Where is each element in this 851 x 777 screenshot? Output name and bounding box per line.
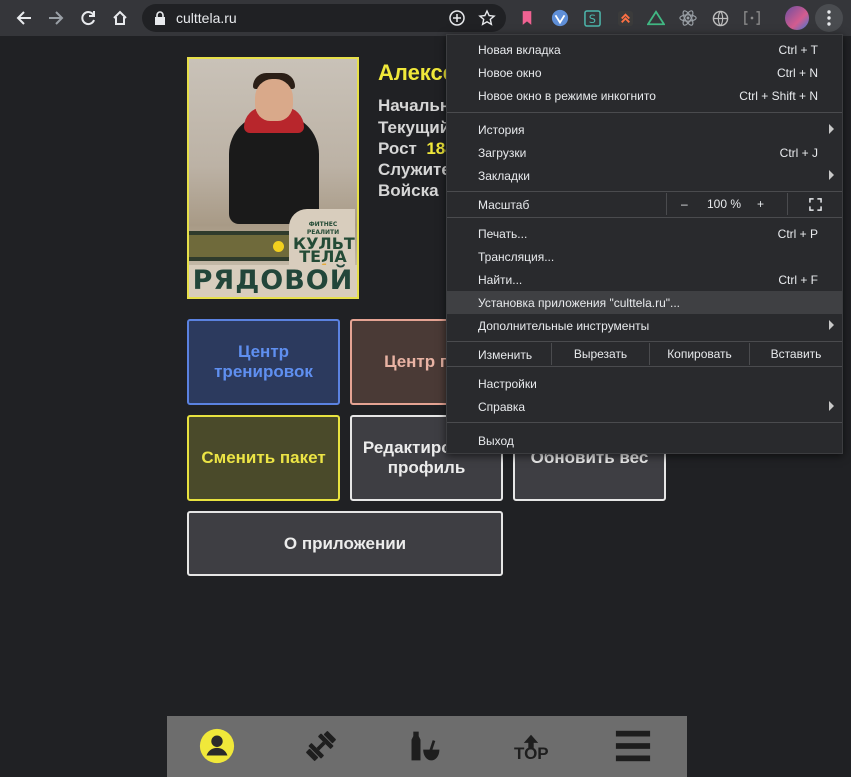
cut-button[interactable]: Вырезать	[551, 343, 649, 365]
submenu-arrow-icon	[829, 170, 834, 180]
zoom-out-button[interactable]: –	[681, 197, 688, 211]
training-center-button[interactable]: Центр тренировок	[187, 319, 340, 405]
bookmark-star-icon[interactable]	[478, 9, 496, 27]
zoom-in-button[interactable]: +	[757, 197, 764, 211]
svg-text:S: S	[588, 12, 595, 26]
home-icon[interactable]	[106, 4, 134, 32]
vue-devtools-icon[interactable]	[550, 8, 570, 28]
menu-incognito[interactable]: Новое окно в режиме инкогнито Ctrl + Shif…	[447, 84, 842, 107]
chevron-up-icon[interactable]	[615, 8, 635, 28]
lock-icon	[155, 11, 165, 25]
menu-new-window[interactable]: Новое окно Ctrl + N	[447, 61, 842, 84]
profile-avatar[interactable]	[785, 6, 809, 30]
menu-exit[interactable]: Выход	[447, 429, 842, 452]
submenu-arrow-icon	[829, 124, 834, 134]
menu-print[interactable]: Печать... Ctrl + P	[447, 222, 842, 245]
forward-arrow-icon[interactable]	[42, 4, 70, 32]
menu-bookmarks[interactable]: Закладки	[447, 164, 842, 187]
browser-toolbar: culttela.ru S	[0, 0, 851, 36]
menu-help[interactable]: Справка	[447, 395, 842, 418]
back-arrow-icon[interactable]	[10, 4, 38, 32]
dumbbell-icon[interactable]	[301, 726, 341, 766]
menu-more-tools[interactable]: Дополнительные инструменты	[447, 314, 842, 337]
globe-icon[interactable]	[710, 8, 730, 28]
info-height: Рост 184	[378, 139, 455, 158]
s-extension-icon[interactable]: S	[582, 8, 602, 28]
react-devtools-icon[interactable]	[678, 8, 698, 28]
chrome-menu-button[interactable]	[815, 4, 843, 32]
menu-settings[interactable]: Настройки	[447, 372, 842, 395]
menu-cast[interactable]: Трансляция...	[447, 245, 842, 268]
nutrition-icon[interactable]	[405, 726, 445, 766]
rank-star-icon	[273, 241, 284, 252]
rank-label: РЯДОВОЙ	[189, 265, 357, 297]
top-label: TOP	[514, 744, 549, 763]
install-app-icon[interactable]	[448, 9, 466, 27]
bracket-icon[interactable]	[742, 8, 762, 28]
bottom-nav	[167, 716, 687, 777]
address-bar[interactable]: culttela.ru	[142, 4, 506, 32]
about-app-button[interactable]: О приложении	[187, 511, 503, 576]
fullscreen-icon[interactable]	[787, 193, 843, 215]
chrome-main-menu: Новая вкладка Ctrl + T Новое окно Ctrl + N…	[446, 34, 843, 454]
menu-history[interactable]: История	[447, 118, 842, 141]
menu-install-app[interactable]: Установка приложения "culttela.ru"...	[447, 291, 842, 314]
reload-icon[interactable]	[74, 4, 102, 32]
submenu-arrow-icon	[829, 320, 834, 330]
change-package-button[interactable]: Сменить пакет	[187, 415, 340, 501]
menu-icon[interactable]	[613, 726, 653, 766]
profile-icon[interactable]	[197, 726, 237, 766]
submenu-arrow-icon	[829, 401, 834, 411]
bookmark-icon[interactable]	[517, 8, 537, 28]
profile-card-image: ФИТНЕС РЕАЛИТИ КУЛЬТ ТЕЛА 4 РЯДОВОЙ	[187, 57, 359, 299]
zoom-level: 100 %	[707, 197, 742, 211]
menu-find[interactable]: Найти... Ctrl + F	[447, 268, 842, 291]
url-text: culttela.ru	[176, 10, 237, 26]
paste-button[interactable]: Вставить	[749, 343, 842, 365]
menu-zoom: Масштаб – 100 % +	[447, 193, 842, 215]
menu-new-tab[interactable]: Новая вкладка Ctrl + T	[447, 38, 842, 61]
menu-edit: Изменить Вырезать Копировать Вставить	[447, 343, 842, 365]
menu-downloads[interactable]: Загрузки Ctrl + J	[447, 141, 842, 164]
copy-button[interactable]: Копировать	[649, 343, 749, 365]
nuxt-icon[interactable]	[646, 8, 666, 28]
